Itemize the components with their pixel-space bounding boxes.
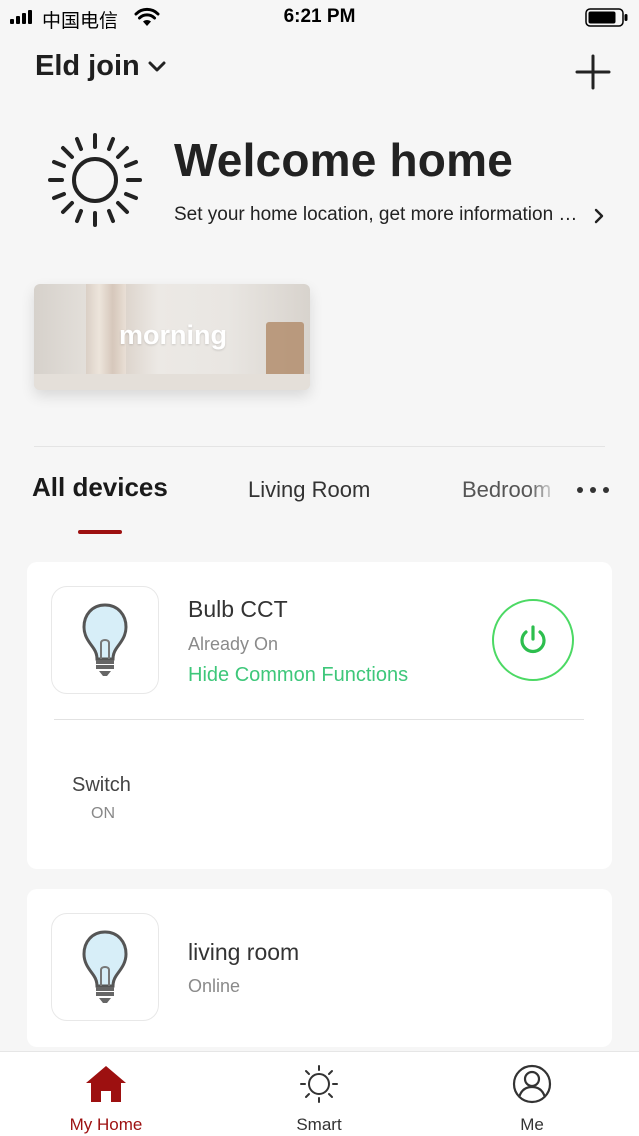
device-name: living room: [188, 939, 300, 965]
tab-bar-me[interactable]: Me: [462, 1052, 602, 1136]
tab-bedroom[interactable]: Bedroom: [462, 477, 558, 503]
device-icon-box: [51, 913, 159, 1021]
scene-label: morning: [119, 320, 227, 350]
scene-card-morning[interactable]: morning: [34, 284, 310, 390]
power-icon: [520, 625, 546, 654]
tab-bar-smart[interactable]: Smart: [249, 1052, 389, 1136]
tab-all-devices[interactable]: All devices: [32, 472, 168, 503]
more-icon[interactable]: [576, 486, 610, 494]
hide-common-functions-link[interactable]: Hide Common Functions: [188, 664, 408, 687]
card-divider: [54, 719, 584, 720]
active-tab-indicator: [78, 530, 122, 534]
welcome-subtitle[interactable]: Set your home location, get more informa…: [174, 204, 584, 226]
light-bulb-icon: [82, 930, 128, 1003]
tab-living-room[interactable]: Living Room: [248, 477, 370, 503]
sun-icon: [48, 133, 142, 227]
divider: [34, 446, 605, 447]
chevron-down-icon: [148, 61, 166, 71]
user-icon: [512, 1064, 552, 1104]
device-status: Already On: [188, 634, 279, 654]
battery-icon: [585, 8, 628, 27]
home-name: Eld join: [35, 50, 140, 82]
add-button[interactable]: [574, 53, 612, 91]
device-card-living-room[interactable]: living room Online: [27, 889, 612, 1047]
clock: 6:21 PM: [283, 6, 356, 27]
scene-floor: [34, 374, 310, 390]
device-card-bulb-cct[interactable]: Bulb CCT Already On Hide Common Function…: [27, 562, 612, 869]
tab-bar-label: Smart: [296, 1115, 342, 1134]
light-bulb-icon: [82, 603, 128, 676]
tab-bar-label: Me: [520, 1115, 544, 1134]
bottom-tab-bar: My Home Smart Me: [0, 1051, 639, 1136]
sun-icon: [300, 1065, 338, 1103]
home-selector[interactable]: Eld join: [35, 50, 166, 83]
house-icon: [86, 1066, 126, 1102]
welcome-title: Welcome home: [174, 134, 513, 186]
status-bar: 中国电信 6:21 PM: [0, 0, 639, 36]
power-button[interactable]: [492, 599, 574, 681]
chevron-right-icon[interactable]: [592, 207, 606, 225]
tab-bar-label: My Home: [69, 1115, 143, 1134]
device-name: Bulb CCT: [188, 596, 288, 622]
tab-bar-my-home[interactable]: My Home: [36, 1052, 176, 1136]
device-status: Online: [188, 976, 241, 996]
switch-function-value: ON: [91, 805, 115, 822]
switch-function-label[interactable]: Switch: [72, 774, 131, 797]
device-icon-box: [51, 586, 159, 694]
